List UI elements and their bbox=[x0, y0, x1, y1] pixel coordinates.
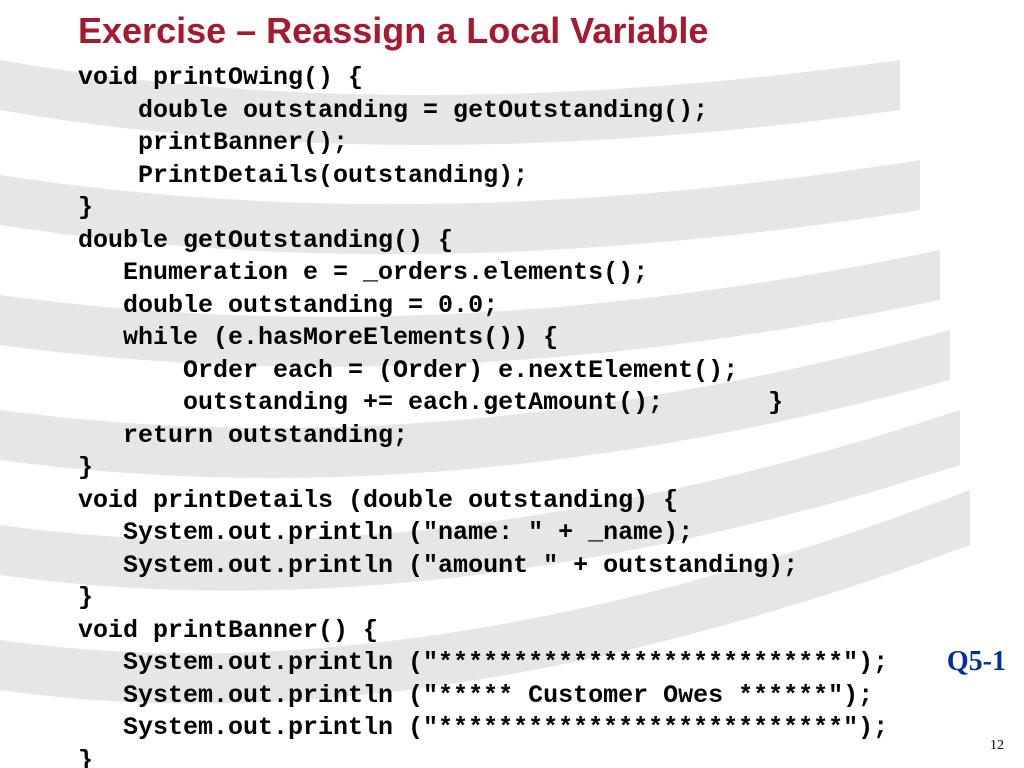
page-number: 12 bbox=[990, 738, 1004, 754]
slide-content: Exercise – Reassign a Local Variable voi… bbox=[0, 0, 1024, 768]
question-label: Q5-1 bbox=[947, 646, 1006, 678]
slide-title: Exercise – Reassign a Local Variable bbox=[78, 10, 974, 52]
code-block: void printOwing() { double outstanding =… bbox=[78, 62, 974, 768]
